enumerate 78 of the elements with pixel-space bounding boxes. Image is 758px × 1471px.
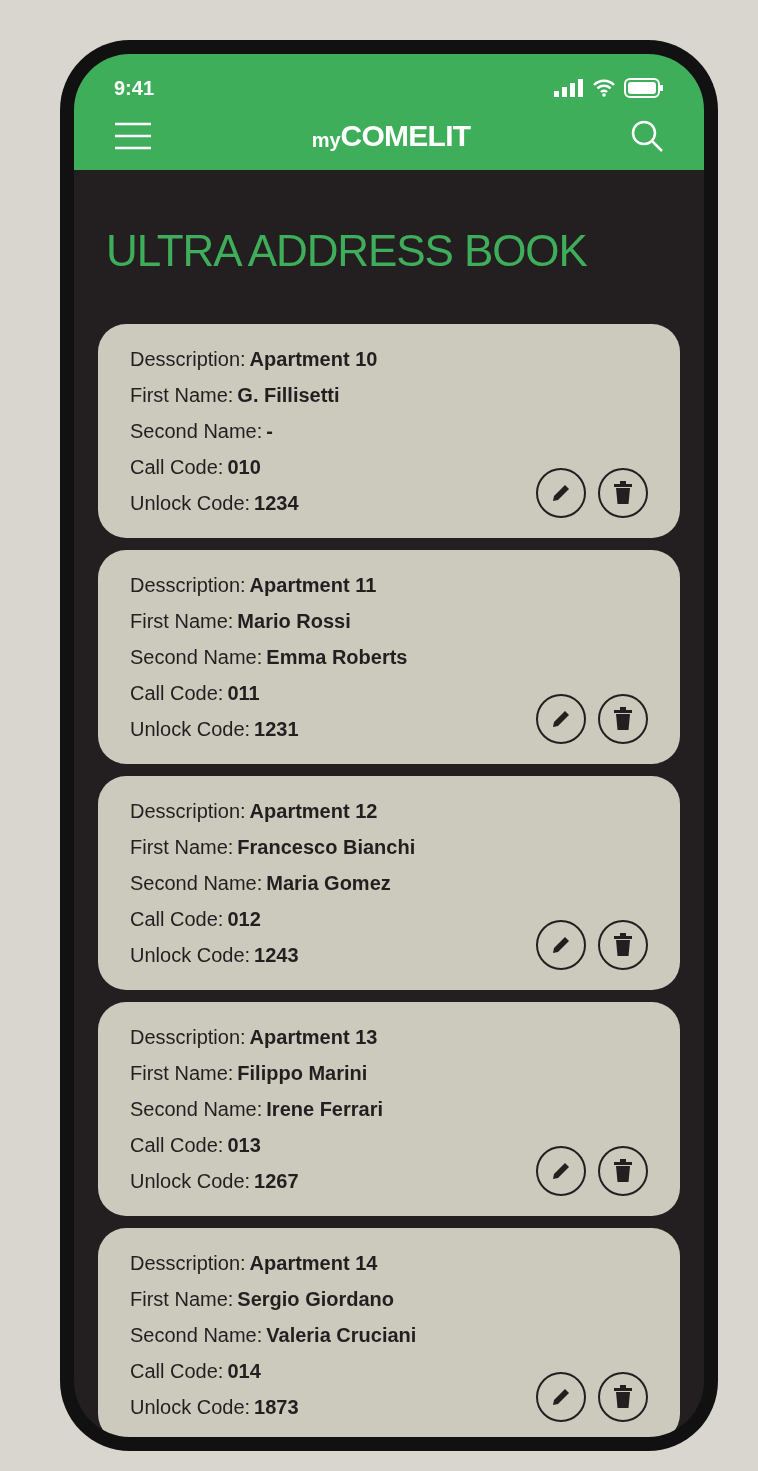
pencil-icon	[550, 708, 572, 730]
field-value: -	[266, 419, 273, 444]
field-label: Desscription:	[130, 573, 246, 598]
pencil-icon	[550, 482, 572, 504]
field-value: 011	[227, 681, 260, 706]
status-time: 9:41	[114, 76, 155, 101]
field-label: Second Name:	[130, 1097, 263, 1122]
menu-icon[interactable]	[114, 122, 152, 150]
field-value: Francesco Bianchi	[237, 835, 416, 860]
field-value: Sergio Giordano	[237, 1287, 395, 1312]
field-value: Apartment 12	[249, 799, 378, 824]
wifi-icon	[592, 79, 616, 97]
field-value: 013	[227, 1133, 261, 1158]
trash-icon	[613, 1385, 633, 1409]
signal-icon	[554, 79, 584, 97]
field-label: Desscription:	[130, 799, 246, 824]
field-label: Desscription:	[130, 347, 246, 372]
edit-button[interactable]	[536, 694, 586, 744]
search-icon[interactable]	[630, 119, 664, 153]
field-label: Call Code:	[130, 1133, 224, 1158]
field-value: 014	[227, 1359, 261, 1384]
field-label: Second Name:	[130, 1323, 263, 1348]
field-label: Call Code:	[130, 455, 224, 480]
field-value: G. Fillisetti	[237, 383, 340, 408]
field-value: 012	[227, 907, 261, 932]
field-label: Desscription:	[130, 1025, 246, 1050]
field-label: First Name:	[130, 835, 234, 860]
delete-button[interactable]	[598, 920, 648, 970]
battery-icon	[624, 78, 664, 98]
field-label: Second Name:	[130, 419, 263, 444]
field-label: Unlock Code:	[130, 943, 251, 968]
field-value: 1267	[254, 1169, 299, 1194]
field-label: Call Code:	[130, 681, 224, 706]
pencil-icon	[550, 934, 572, 956]
field-value: Valeria Cruciani	[266, 1323, 417, 1348]
field-value: Apartment 10	[249, 347, 378, 372]
field-label: First Name:	[130, 609, 234, 634]
delete-button[interactable]	[598, 468, 648, 518]
field-label: Unlock Code:	[130, 1169, 251, 1194]
field-value: Apartment 13	[249, 1025, 378, 1050]
field-value: 1243	[254, 943, 299, 968]
field-label: First Name:	[130, 1287, 234, 1312]
page-title: ULTRA ADDRESS BOOK	[105, 225, 588, 277]
field-value: 1231	[254, 717, 299, 742]
field-value: Maria Gomez	[266, 871, 391, 896]
pencil-icon	[550, 1160, 572, 1182]
trash-icon	[613, 1159, 633, 1183]
field-value: 010	[227, 455, 261, 480]
field-label: Call Code:	[130, 907, 224, 932]
edit-button[interactable]	[536, 1146, 586, 1196]
field-value: 1873	[254, 1395, 299, 1420]
app-logo: myCOMELIT	[311, 118, 471, 154]
field-value: Filippo Marini	[237, 1061, 368, 1086]
field-value: Mario Rossi	[237, 609, 351, 634]
field-value: 1234	[254, 491, 299, 516]
field-value: Emma Roberts	[266, 645, 408, 670]
trash-icon	[613, 933, 633, 957]
field-value: Apartment 14	[249, 1251, 378, 1276]
field-value: Apartment 11	[249, 573, 377, 598]
trash-icon	[613, 707, 633, 731]
edit-button[interactable]	[536, 920, 586, 970]
field-label: First Name:	[130, 383, 234, 408]
field-label: Unlock Code:	[130, 717, 251, 742]
field-label: First Name:	[130, 1061, 234, 1086]
field-label: Second Name:	[130, 645, 263, 670]
trash-icon	[613, 481, 633, 505]
field-label: Desscription:	[130, 1251, 246, 1276]
delete-button[interactable]	[598, 1372, 648, 1422]
field-label: Second Name:	[130, 871, 263, 896]
field-label: Unlock Code:	[130, 491, 251, 516]
field-value: Irene Ferrari	[266, 1097, 384, 1122]
edit-button[interactable]	[536, 1372, 586, 1422]
delete-button[interactable]	[598, 694, 648, 744]
field-label: Call Code:	[130, 1359, 224, 1384]
edit-button[interactable]	[536, 468, 586, 518]
pencil-icon	[550, 1386, 572, 1408]
delete-button[interactable]	[598, 1146, 648, 1196]
field-label: Unlock Code:	[130, 1395, 251, 1420]
